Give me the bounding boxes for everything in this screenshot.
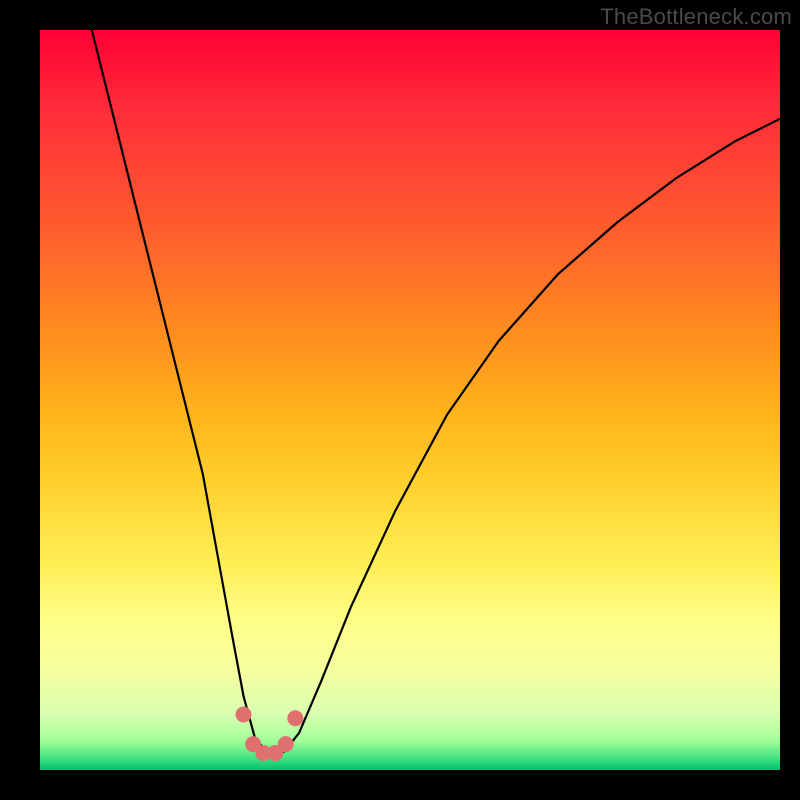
chart-svg [40, 30, 780, 770]
bottleneck-curve [92, 30, 780, 752]
curve-marker [287, 710, 303, 726]
chart-frame: TheBottleneck.com [0, 0, 800, 800]
curve-marker [278, 736, 294, 752]
chart-plot-area [40, 30, 780, 770]
watermark-text: TheBottleneck.com [600, 4, 792, 30]
curve-markers [236, 707, 304, 762]
curve-marker [236, 707, 252, 723]
